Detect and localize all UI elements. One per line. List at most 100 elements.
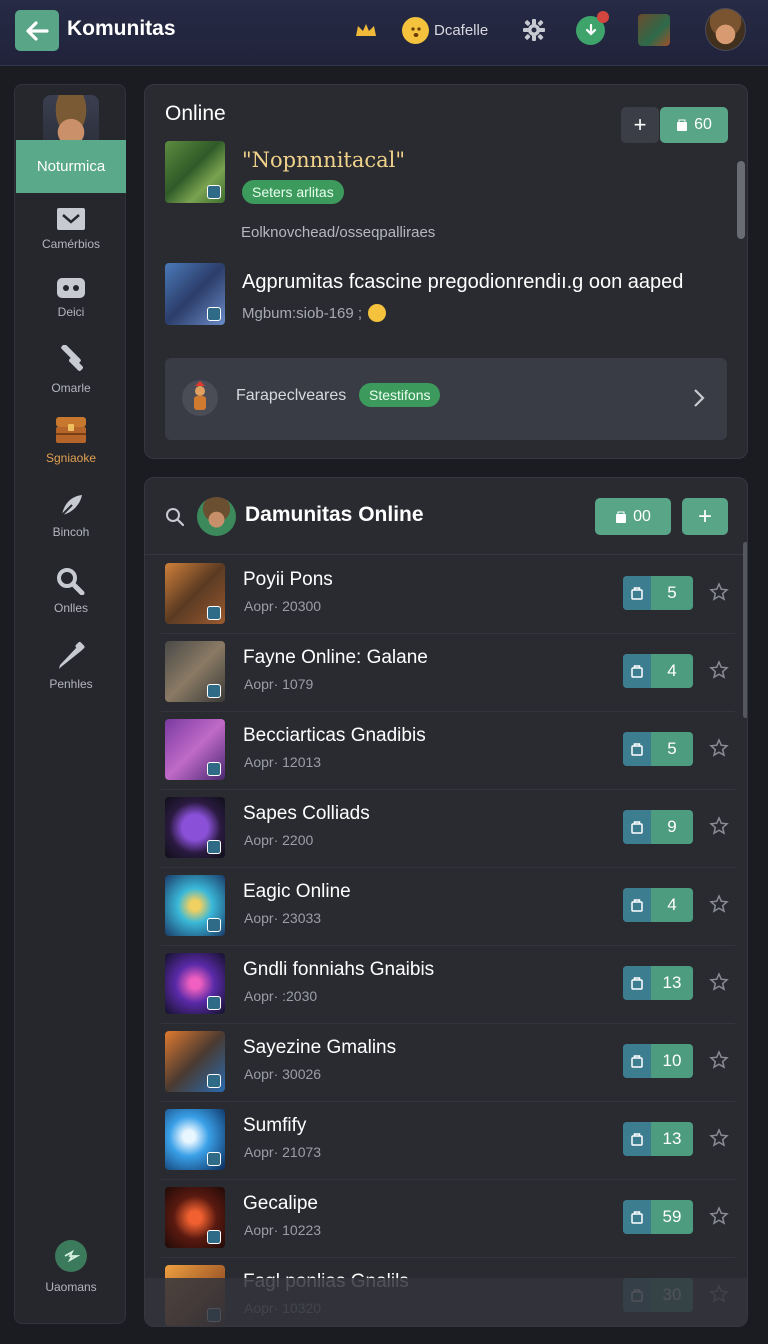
bag-icon — [623, 576, 651, 610]
sidebar-item-deici[interactable]: Deici — [15, 277, 127, 321]
online-title: Online — [165, 102, 226, 125]
star-icon[interactable] — [709, 1206, 729, 1226]
featured-title[interactable]: "Nopnnnitacal" — [242, 148, 405, 172]
platform-badge-icon — [207, 307, 221, 321]
sidebar: Noturmica Camérbios Deici Omarle Sgniaok… — [14, 84, 126, 1324]
star-icon[interactable] — [709, 582, 729, 602]
second-thumbnail[interactable] — [165, 263, 225, 325]
community-name[interactable]: Sapes Colliads — [243, 803, 370, 825]
star-icon[interactable] — [709, 1050, 729, 1070]
community-meta: Aopr· :2030 — [244, 988, 318, 1004]
community-name[interactable]: Gndli fonniahs Gnaibis — [243, 959, 434, 981]
community-meta: Aopr· 30026 — [244, 1066, 322, 1082]
plus-icon: + — [697, 502, 712, 530]
online-count-badge[interactable]: 4 — [623, 654, 693, 688]
promo-badge: Stestifons — [359, 383, 441, 407]
online-count: 5 — [667, 583, 677, 602]
list-scrollbar[interactable] — [743, 542, 747, 718]
community-meta: Aopr· 20300 — [244, 598, 322, 614]
game-icon[interactable] — [638, 14, 670, 46]
online-count-badge[interactable]: 13 — [623, 1122, 693, 1156]
platform-badge-icon — [207, 1074, 221, 1088]
online-count-badge[interactable]: 9 — [623, 810, 693, 844]
sidebar-item-label: Onlles — [53, 601, 88, 615]
online-count-badge[interactable]: 5 — [623, 732, 693, 766]
community-meta: Aopr· 2200 — [244, 832, 314, 848]
online-count-badge[interactable]: 10 — [623, 1044, 693, 1078]
list-count-button[interactable]: 00 — [595, 498, 671, 535]
star-icon[interactable] — [709, 660, 729, 680]
online-count: 13 — [662, 973, 682, 992]
list-item[interactable]: Eagic Online Aopr· 23033 4 — [161, 868, 735, 946]
community-name[interactable]: Poyii Pons — [243, 569, 333, 591]
star-icon[interactable] — [709, 894, 729, 914]
sidebar-item-omarle[interactable]: Omarle — [15, 345, 127, 397]
add-button[interactable]: + — [621, 107, 659, 143]
list-add-button[interactable]: + — [682, 498, 728, 535]
list-item[interactable]: Gecalipe Aopr· 10223 59 — [161, 1180, 735, 1258]
sidebar-item-penhles[interactable]: Penhles — [15, 641, 127, 693]
community-name[interactable]: Sumfify — [243, 1115, 306, 1137]
star-icon[interactable] — [709, 1128, 729, 1148]
community-name[interactable]: Eagic Online — [243, 881, 351, 903]
online-count: 60 — [694, 116, 712, 133]
sidebar-item-bincoh[interactable]: Bincoh — [15, 493, 127, 541]
online-count-badge[interactable]: 13 — [623, 966, 693, 1000]
bag-icon — [616, 511, 627, 523]
list-fade-overlay — [145, 1278, 747, 1326]
second-title[interactable]: Agprumitas fcascine pregodionrendiı.g oo… — [242, 271, 683, 294]
list-item[interactable]: Fayne Online: Galane Aopr· 1079 4 — [161, 634, 735, 712]
online-count: 59 — [662, 1207, 682, 1226]
list-item[interactable]: Sayezine Gmalins Aopr· 30026 10 — [161, 1024, 735, 1102]
featured-badge: Seters arlitas — [242, 180, 344, 204]
list-item[interactable]: Sumfify Aopr· 21073 13 — [161, 1102, 735, 1180]
community-name[interactable]: Gecalipe — [243, 1193, 318, 1215]
crown-icon[interactable] — [354, 20, 378, 40]
list-item[interactable]: Becciarticas Gnadibis Aopr· 12013 5 — [161, 712, 735, 790]
promo-banner[interactable]: Farapeclveares Stestifons — [165, 358, 727, 440]
second-meta: Mgbum:siob-169 ; — [242, 305, 363, 322]
bag-icon — [623, 966, 651, 1000]
platform-badge-icon — [207, 1152, 221, 1166]
sidebar-profile[interactable]: Noturmica — [15, 85, 127, 195]
notification-button[interactable] — [576, 11, 609, 45]
community-name[interactable]: Fayne Online: Galane — [243, 647, 428, 669]
avatar[interactable] — [705, 8, 746, 51]
bag-icon — [623, 810, 651, 844]
gear-icon[interactable] — [521, 17, 547, 43]
online-count-button[interactable]: 60 — [660, 107, 728, 143]
sidebar-item-onlles[interactable]: Onlles — [15, 567, 127, 617]
sidebar-item-cambios[interactable]: Camérbios — [15, 207, 127, 253]
star-icon[interactable] — [709, 738, 729, 758]
scrollbar[interactable] — [737, 161, 745, 239]
list-item[interactable]: Sapes Colliads Aopr· 2200 9 — [161, 790, 735, 868]
sidebar-item-sgniaoke[interactable]: Sgniaoke — [15, 413, 127, 467]
plus-icon: + — [633, 112, 647, 137]
featured-thumbnail[interactable] — [165, 141, 225, 203]
chevron-right-icon[interactable] — [693, 388, 705, 408]
community-list-panel: Damunitas Online 00 + Poyii Pons Aopr· 20… — [144, 477, 748, 1327]
bag-icon — [623, 654, 651, 688]
featured-badge-wrap: Seters arlitas — [242, 180, 344, 204]
emoji-icon[interactable] — [402, 17, 429, 44]
character-icon — [182, 380, 218, 416]
list-title: Damunitas Online — [245, 503, 424, 526]
search-icon[interactable] — [165, 507, 185, 527]
user-name[interactable]: Dcafelle — [434, 22, 488, 39]
community-meta: Aopr· 12013 — [244, 754, 322, 770]
list-item[interactable]: Poyii Pons Aopr· 20300 5 — [161, 556, 735, 634]
online-count-badge[interactable]: 59 — [623, 1200, 693, 1234]
online-count-badge[interactable]: 5 — [623, 576, 693, 610]
bag-icon — [623, 888, 651, 922]
online-count-badge[interactable]: 4 — [623, 888, 693, 922]
list-header: Damunitas Online 00 + — [145, 478, 747, 555]
back-button[interactable] — [15, 10, 59, 51]
feather-icon — [59, 495, 82, 518]
sidebar-item-uaomans[interactable]: Uaomans — [15, 1240, 127, 1296]
list-item[interactable]: Gndli fonniahs Gnaibis Aopr· :2030 13 — [161, 946, 735, 1024]
star-icon[interactable] — [709, 972, 729, 992]
star-icon[interactable] — [709, 816, 729, 836]
community-name[interactable]: Becciarticas Gnadibis — [243, 725, 426, 747]
online-count: 4 — [667, 895, 677, 914]
community-name[interactable]: Sayezine Gmalins — [243, 1037, 396, 1059]
